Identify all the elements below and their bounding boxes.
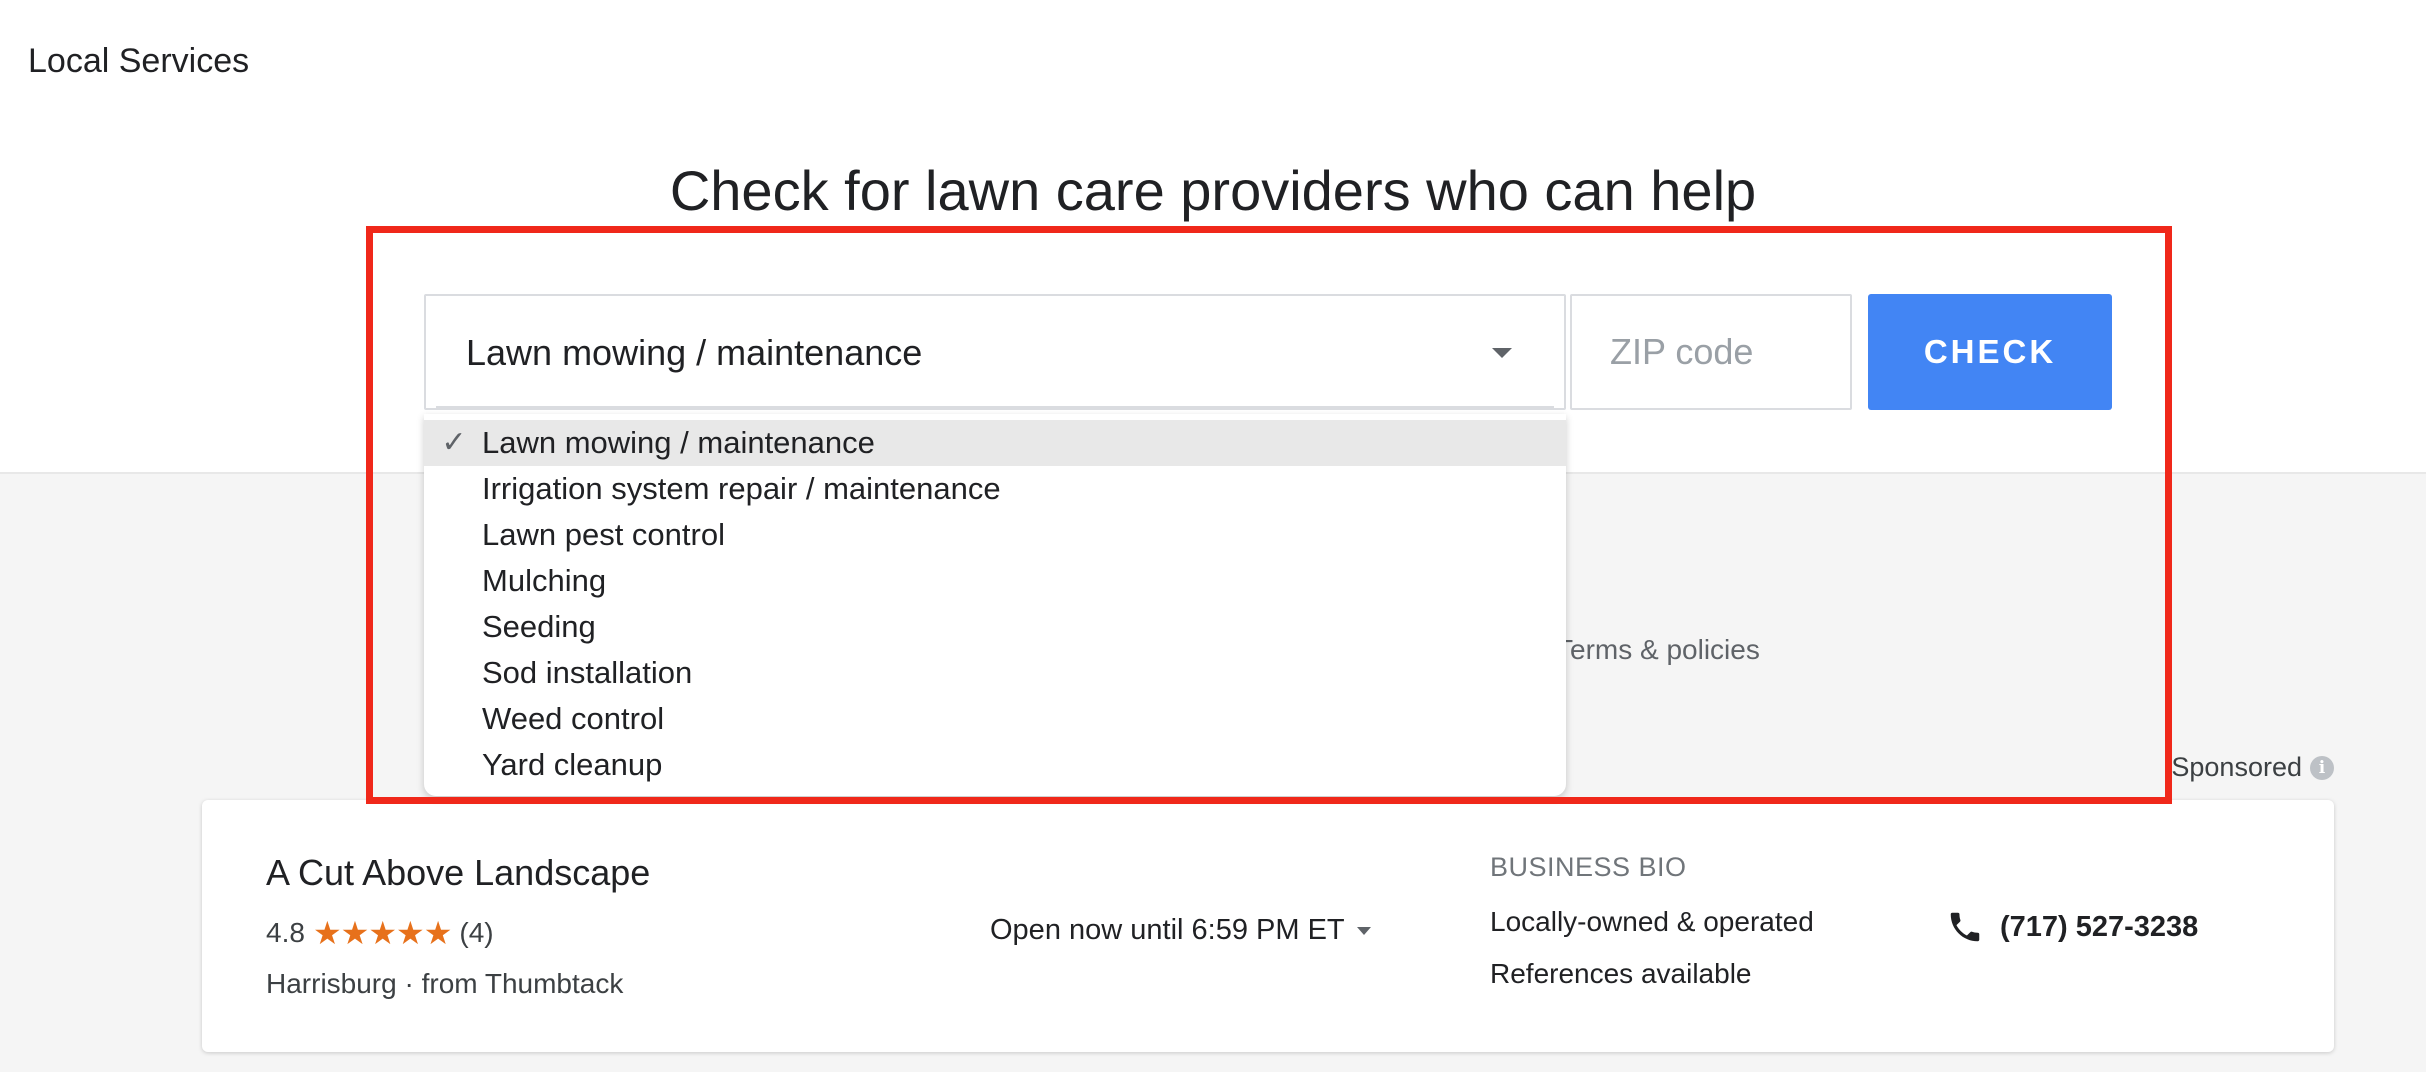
- terms-policies-link[interactable]: Terms & policies: [1556, 634, 1760, 666]
- dropdown-option-seeding[interactable]: Seeding: [424, 604, 1566, 650]
- caret-down-icon: [1356, 926, 1371, 935]
- dropdown-option-weed-control[interactable]: Weed control: [424, 696, 1566, 742]
- dropdown-option-yard-cleanup[interactable]: Yard cleanup: [424, 742, 1566, 788]
- business-location: Harrisburg · from Thumbtack: [266, 968, 624, 999]
- page-headline: Check for lawn care providers who can he…: [669, 159, 1757, 222]
- service-dropdown-list: ✓ Lawn mowing / maintenance Irrigation s…: [424, 414, 1566, 796]
- review-count: (4): [459, 917, 494, 948]
- service-select[interactable]: Lawn mowing / maintenance: [424, 294, 1566, 410]
- check-button[interactable]: CHECK: [1868, 294, 2112, 410]
- service-select-value: Lawn mowing / maintenance: [466, 332, 923, 373]
- option-label: Sod installation: [482, 655, 693, 690]
- checkmark-icon: ✓: [441, 426, 467, 459]
- rating-value: 4.8: [266, 917, 305, 948]
- dropdown-option-mulching[interactable]: Mulching: [424, 558, 1566, 604]
- option-label: Yard cleanup: [482, 747, 663, 782]
- dropdown-arrow-icon[interactable]: [1492, 348, 1512, 358]
- sponsored-label: Sponsored i: [2171, 752, 2334, 783]
- phone-number: (717) 527-3238: [2000, 910, 2199, 943]
- rating-row: 4.8 ★★★★★ (4): [266, 914, 494, 952]
- phone-link[interactable]: (717) 527-3238: [1946, 908, 2198, 946]
- provider-card[interactable]: A Cut Above Landscape 4.8 ★★★★★ (4) Harr…: [202, 800, 2334, 1052]
- business-name[interactable]: A Cut Above Landscape: [266, 852, 650, 894]
- zip-code-input[interactable]: [1570, 294, 1852, 410]
- app-title: Local Services: [28, 42, 250, 80]
- sponsored-text: Sponsored: [2171, 752, 2302, 782]
- option-label: Irrigation system repair / maintenance: [482, 471, 1001, 506]
- bio-line: References available: [1490, 958, 1752, 989]
- dropdown-option-lawn-mowing[interactable]: ✓ Lawn mowing / maintenance: [424, 420, 1566, 466]
- dropdown-option-sod-installation[interactable]: Sod installation: [424, 650, 1566, 696]
- option-label: Lawn pest control: [482, 517, 725, 552]
- local-services-page: Local Services Check for lawn care provi…: [0, 0, 2426, 1072]
- option-label: Weed control: [482, 701, 665, 736]
- star-rating-icon: ★★★★★: [312, 915, 452, 951]
- bio-line: Locally-owned & operated: [1490, 906, 1814, 937]
- option-label: Mulching: [482, 563, 607, 598]
- hours-text: Open now until 6:59 PM ET: [990, 914, 1345, 946]
- business-bio-heading: BUSINESS BIO: [1490, 852, 1687, 882]
- option-label: Seeding: [482, 609, 596, 644]
- option-label: Lawn mowing / maintenance: [482, 425, 875, 460]
- hours-toggle[interactable]: Open now until 6:59 PM ET: [990, 914, 1371, 947]
- dropdown-option-irrigation[interactable]: Irrigation system repair / maintenance: [424, 466, 1566, 512]
- select-divider: [436, 406, 1554, 408]
- phone-icon: [1950, 912, 1980, 942]
- info-icon[interactable]: i: [2310, 755, 2334, 780]
- dropdown-option-lawn-pest-control[interactable]: Lawn pest control: [424, 512, 1566, 558]
